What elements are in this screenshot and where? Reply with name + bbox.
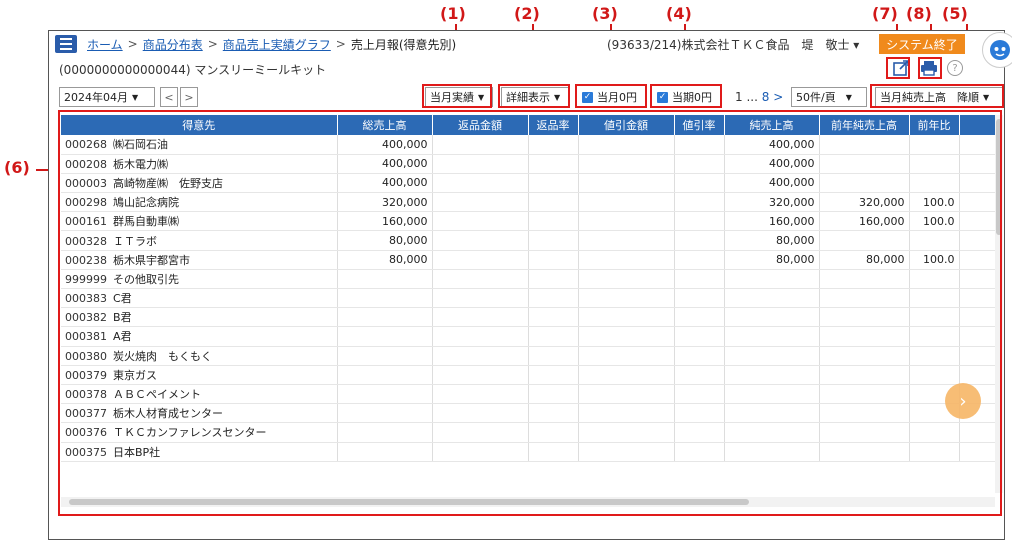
hamburger-icon[interactable]	[55, 35, 77, 53]
breadcrumb-separator: >	[335, 37, 346, 51]
annotation-6: (6)	[4, 158, 30, 177]
page-subtitle: (0000000000000044) マンスリーミールキット	[59, 63, 327, 77]
highlight-detail-select	[498, 84, 570, 108]
annotation-3: (3)	[592, 4, 618, 23]
breadcrumb-home[interactable]: ホーム	[87, 36, 123, 53]
per-page-value: 50件/頁	[796, 91, 836, 104]
highlight-month-zero	[575, 84, 647, 108]
annotation-5: (5)	[942, 4, 968, 23]
highlight-sort-select	[870, 84, 1004, 108]
question-icon[interactable]: ?	[947, 60, 963, 76]
annotation-7: (7)	[872, 4, 898, 23]
breadcrumb-sales-graph[interactable]: 商品売上実績グラフ	[223, 36, 331, 53]
annotation-1: (1)	[440, 4, 466, 23]
user-company-menu[interactable]: (93633/214)株式会社ＴＫＣ食品 堤 敬士 ▾	[607, 36, 859, 53]
highlight-export-icon	[886, 57, 910, 79]
annotation-4: (4)	[666, 4, 692, 23]
breadcrumb-separator: >	[207, 37, 218, 51]
breadcrumb-product-distribution[interactable]: 商品分布表	[143, 36, 203, 53]
highlight-actual-select	[422, 84, 492, 108]
breadcrumb-separator: >	[127, 37, 138, 51]
month-select-value: 2024年04月	[64, 91, 128, 104]
assistant-avatar-icon[interactable]	[982, 32, 1012, 68]
pager-last-page[interactable]: 8	[762, 90, 770, 104]
top-bar: ホーム > 商品分布表 > 商品売上実績グラフ > 売上月報(得意先別) (93…	[49, 31, 1004, 57]
per-page-select[interactable]: 50件/頁 ▼	[791, 87, 867, 107]
system-exit-button[interactable]: システム終了	[879, 34, 965, 54]
month-select[interactable]: 2024年04月 ▼	[59, 87, 155, 107]
annotation-2: (2)	[514, 4, 540, 23]
breadcrumb: ホーム > 商品分布表 > 商品売上実績グラフ > 売上月報(得意先別)	[87, 36, 456, 53]
chevron-down-icon: ▼	[132, 92, 139, 102]
highlight-print-icon	[918, 57, 942, 79]
chevron-down-icon: ▼	[845, 92, 852, 102]
pager-next[interactable]: >	[773, 90, 783, 104]
next-month-button[interactable]: >	[180, 87, 198, 107]
highlight-table	[58, 110, 1002, 516]
pager: 1 ... 8 >	[735, 90, 783, 104]
breadcrumb-current: 売上月報(得意先別)	[350, 37, 457, 52]
pager-prefix: 1 ...	[735, 90, 762, 104]
highlight-period-zero	[650, 84, 722, 108]
prev-month-button[interactable]: <	[160, 87, 178, 107]
annotation-8: (8)	[906, 4, 932, 23]
